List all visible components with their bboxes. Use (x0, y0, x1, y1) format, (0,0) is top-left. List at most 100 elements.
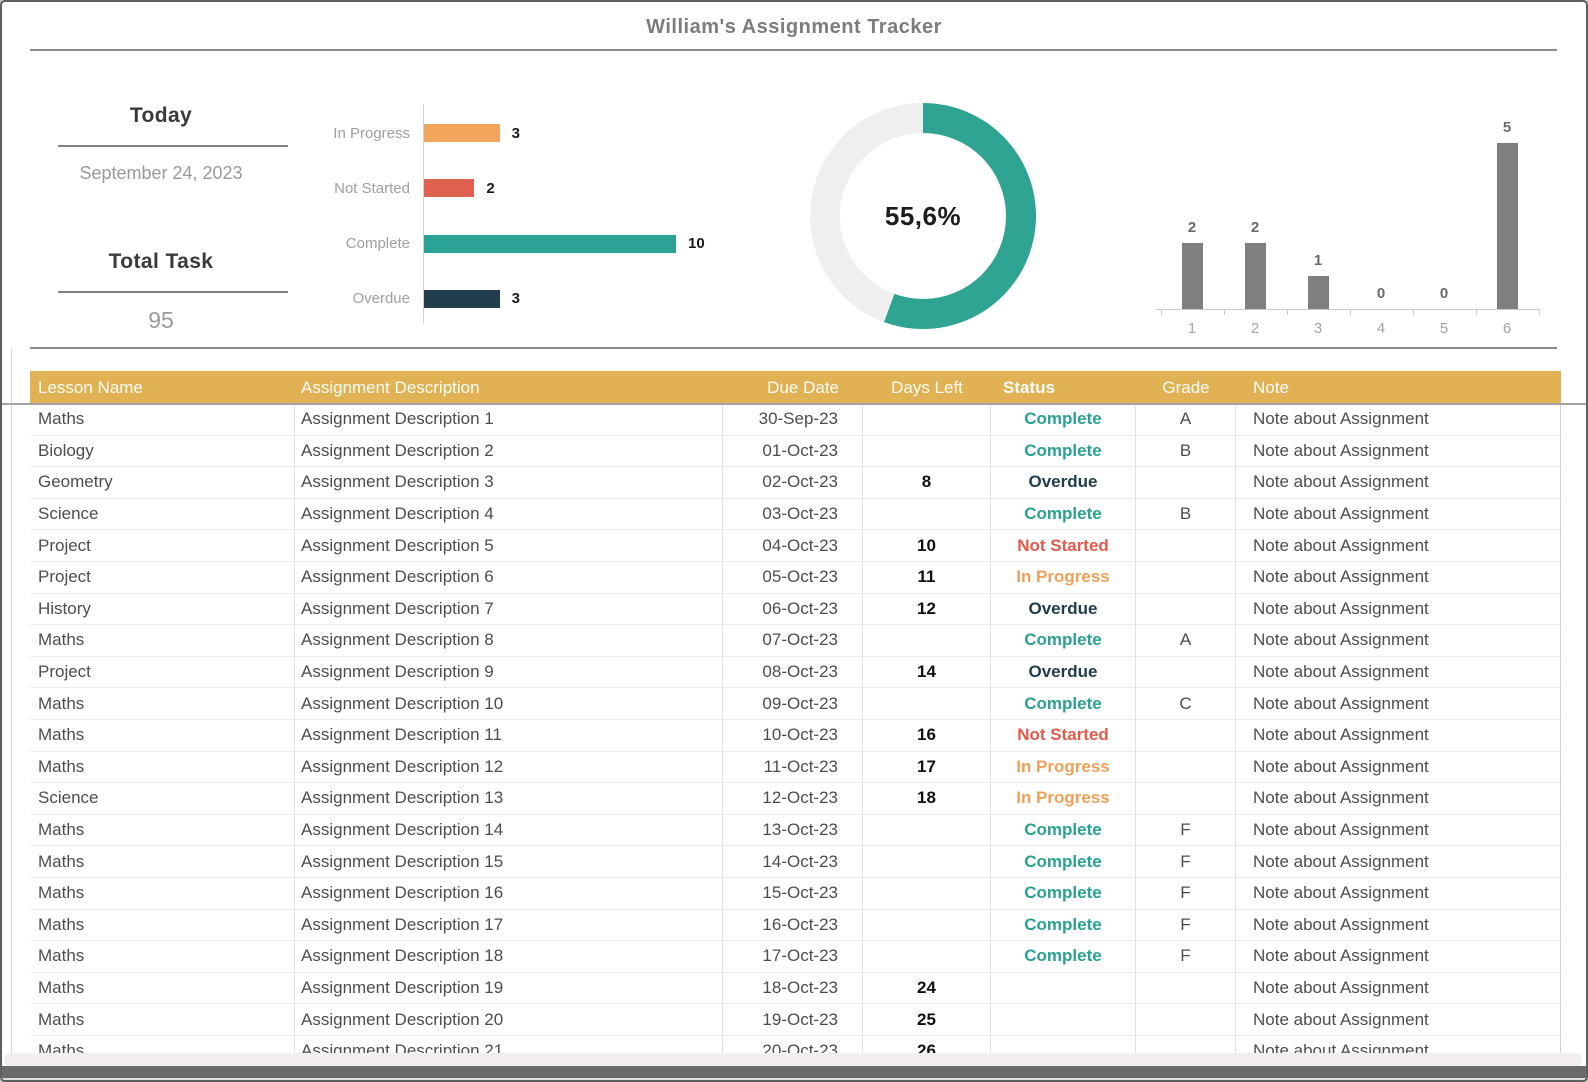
cell-due-date[interactable]: 15-Oct-23 (723, 877, 863, 909)
cell-lesson-name[interactable]: Science (30, 783, 295, 814)
cell-days-left[interactable] (863, 498, 991, 530)
horizontal-scrollbar-track[interactable] (4, 1053, 1582, 1067)
cell-days-left[interactable]: 18 (863, 783, 991, 814)
cell-status[interactable]: Complete (991, 877, 1136, 909)
cell-lesson-name[interactable]: History (30, 593, 295, 625)
cell-days-left[interactable] (863, 941, 991, 972)
cell-lesson-name[interactable]: Maths (30, 909, 295, 941)
weekly-column-chart[interactable]: 2 1 2 2 1 3 0 4 0 5 5 6 (1152, 110, 1544, 342)
cell-status[interactable]: Complete (991, 941, 1136, 972)
cell-note[interactable]: Note about Assignment (1236, 404, 1561, 435)
cell-assignment-description[interactable]: Assignment Description 2 (295, 435, 723, 467)
cell-assignment-description[interactable]: Assignment Description 12 (295, 751, 723, 783)
cell-grade[interactable]: F (1136, 941, 1236, 972)
cell-status[interactable]: Overdue (991, 467, 1136, 498)
cell-due-date[interactable]: 01-Oct-23 (723, 435, 863, 467)
cell-grade[interactable]: A (1136, 404, 1236, 435)
cell-note[interactable]: Note about Assignment (1236, 656, 1561, 688)
cell-status[interactable]: In Progress (991, 783, 1136, 814)
cell-days-left[interactable] (863, 846, 991, 877)
cell-lesson-name[interactable]: Maths (30, 1004, 295, 1035)
cell-due-date[interactable]: 06-Oct-23 (723, 593, 863, 625)
cell-assignment-description[interactable]: Assignment Description 10 (295, 688, 723, 719)
cell-note[interactable]: Note about Assignment (1236, 530, 1561, 561)
cell-days-left[interactable]: 14 (863, 656, 991, 688)
cell-note[interactable]: Note about Assignment (1236, 909, 1561, 941)
cell-lesson-name[interactable]: Maths (30, 751, 295, 783)
cell-note[interactable]: Note about Assignment (1236, 1004, 1561, 1035)
cell-days-left[interactable]: 10 (863, 530, 991, 561)
cell-status[interactable] (991, 972, 1136, 1004)
table-header-cell[interactable]: Days Left (863, 371, 991, 404)
cell-assignment-description[interactable]: Assignment Description 6 (295, 561, 723, 593)
cell-grade[interactable] (1136, 593, 1236, 625)
cell-note[interactable]: Note about Assignment (1236, 688, 1561, 719)
cell-note[interactable]: Note about Assignment (1236, 435, 1561, 467)
cell-assignment-description[interactable]: Assignment Description 18 (295, 941, 723, 972)
cell-grade[interactable]: F (1136, 877, 1236, 909)
cell-note[interactable]: Note about Assignment (1236, 783, 1561, 814)
cell-grade[interactable] (1136, 719, 1236, 751)
cell-due-date[interactable]: 19-Oct-23 (723, 1004, 863, 1035)
table-header-cell[interactable]: Due Date (723, 371, 863, 404)
cell-grade[interactable] (1136, 751, 1236, 783)
status-bar-chart[interactable]: In Progress 3 Not Started 2 Complete 10 Overdu… (292, 102, 732, 330)
cell-days-left[interactable] (863, 435, 991, 467)
cell-grade[interactable]: F (1136, 814, 1236, 846)
cell-lesson-name[interactable]: Project (30, 561, 295, 593)
cell-assignment-description[interactable]: Assignment Description 5 (295, 530, 723, 561)
cell-assignment-description[interactable]: Assignment Description 19 (295, 972, 723, 1004)
cell-grade[interactable] (1136, 783, 1236, 814)
cell-lesson-name[interactable]: Maths (30, 404, 295, 435)
horizontal-scrollbar[interactable] (2, 1066, 1586, 1078)
cell-note[interactable]: Note about Assignment (1236, 941, 1561, 972)
cell-assignment-description[interactable]: Assignment Description 11 (295, 719, 723, 751)
completion-donut-chart[interactable]: 55,6% (810, 103, 1036, 329)
cell-due-date[interactable]: 18-Oct-23 (723, 972, 863, 1004)
cell-note[interactable]: Note about Assignment (1236, 561, 1561, 593)
cell-due-date[interactable]: 11-Oct-23 (723, 751, 863, 783)
table-header-cell[interactable]: Grade (1136, 371, 1236, 404)
cell-assignment-description[interactable]: Assignment Description 14 (295, 814, 723, 846)
cell-note[interactable]: Note about Assignment (1236, 498, 1561, 530)
cell-grade[interactable]: A (1136, 625, 1236, 656)
cell-lesson-name[interactable]: Maths (30, 972, 295, 1004)
cell-assignment-description[interactable]: Assignment Description 3 (295, 467, 723, 498)
cell-assignment-description[interactable]: Assignment Description 17 (295, 909, 723, 941)
cell-status[interactable]: Complete (991, 435, 1136, 467)
cell-grade[interactable]: C (1136, 688, 1236, 719)
cell-note[interactable]: Note about Assignment (1236, 719, 1561, 751)
cell-due-date[interactable]: 07-Oct-23 (723, 625, 863, 656)
cell-days-left[interactable] (863, 688, 991, 719)
cell-due-date[interactable]: 16-Oct-23 (723, 909, 863, 941)
cell-assignment-description[interactable]: Assignment Description 15 (295, 846, 723, 877)
cell-status[interactable]: Complete (991, 814, 1136, 846)
cell-due-date[interactable]: 08-Oct-23 (723, 656, 863, 688)
cell-due-date[interactable]: 02-Oct-23 (723, 467, 863, 498)
cell-status[interactable]: Complete (991, 688, 1136, 719)
cell-note[interactable]: Note about Assignment (1236, 467, 1561, 498)
cell-note[interactable]: Note about Assignment (1236, 751, 1561, 783)
cell-status[interactable]: Overdue (991, 656, 1136, 688)
cell-grade[interactable]: F (1136, 846, 1236, 877)
cell-status[interactable]: Overdue (991, 593, 1136, 625)
cell-due-date[interactable]: 05-Oct-23 (723, 561, 863, 593)
cell-days-left[interactable]: 24 (863, 972, 991, 1004)
cell-status[interactable]: Complete (991, 846, 1136, 877)
cell-lesson-name[interactable]: Maths (30, 846, 295, 877)
cell-grade[interactable] (1136, 561, 1236, 593)
cell-days-left[interactable] (863, 814, 991, 846)
cell-days-left[interactable]: 16 (863, 719, 991, 751)
cell-lesson-name[interactable]: Maths (30, 877, 295, 909)
cell-grade[interactable] (1136, 530, 1236, 561)
cell-grade[interactable]: F (1136, 909, 1236, 941)
cell-assignment-description[interactable]: Assignment Description 9 (295, 656, 723, 688)
cell-lesson-name[interactable]: Maths (30, 719, 295, 751)
cell-note[interactable]: Note about Assignment (1236, 593, 1561, 625)
cell-days-left[interactable] (863, 909, 991, 941)
cell-lesson-name[interactable]: Science (30, 498, 295, 530)
cell-status[interactable]: Not Started (991, 719, 1136, 751)
cell-days-left[interactable] (863, 877, 991, 909)
cell-due-date[interactable]: 09-Oct-23 (723, 688, 863, 719)
cell-assignment-description[interactable]: Assignment Description 4 (295, 498, 723, 530)
